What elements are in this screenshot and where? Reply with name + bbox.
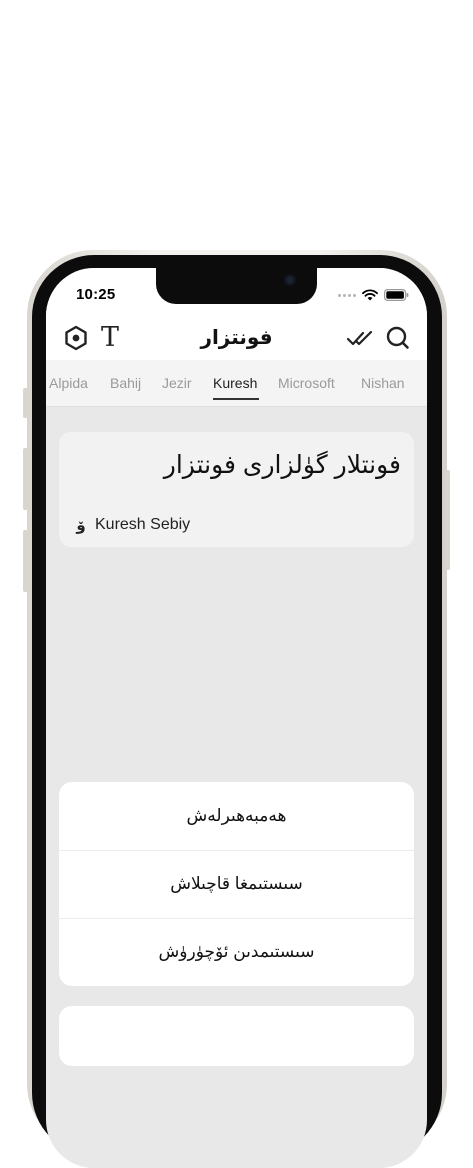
tab-alpida[interactable]: Alpida [49,375,88,391]
search-button[interactable] [384,324,412,352]
navigation-bar: T فونتزار [46,312,427,361]
tab-kuresh[interactable]: Kuresh [213,375,257,391]
notch [156,268,317,304]
double-check-icon [346,330,373,346]
tab-microsoft[interactable]: Microsoft [278,375,335,391]
font-tabs: Alpida Bahij Jezir Kuresh Microsoft Nish… [46,360,427,407]
cancel-button[interactable] [59,1006,414,1066]
battery-icon [384,289,409,301]
uninstall-font-action[interactable]: سىستىمدىن ئۆچۈرۈش [59,918,414,986]
action-sheet: ھەمبەھىرلەش سىستىمغا قاچىلاش سىستىمدىن ئ… [59,782,414,986]
tab-jezir[interactable]: Jezir [162,375,192,391]
author-icon: ﯙ [76,517,86,534]
install-font-action[interactable]: سىستىمغا قاچىلاش [59,850,414,918]
select-all-button[interactable] [346,324,374,352]
search-icon [386,326,409,349]
active-tab-indicator [213,398,259,400]
status-indicators [338,288,409,302]
font-author: ﯙ Kuresh Sebiy [73,516,190,534]
front-camera [284,274,296,286]
app-screen: 10:25 T فونتزار Alpida Bahij Jezir Kures… [46,268,427,1168]
power-button [445,470,450,570]
author-name: Kuresh Sebiy [95,516,191,533]
cellular-signal-icon [338,293,356,297]
wifi-icon [362,289,378,301]
tab-nishan[interactable]: Nishan [361,375,405,391]
mute-switch [23,388,28,418]
status-time: 10:25 [76,286,116,303]
tab-bahij[interactable]: Bahij [110,375,141,391]
font-sample-text: فونتلار گۈلزارى فونتزار [163,451,401,479]
volume-down-button [23,530,28,592]
font-card[interactable]: فونتلار گۈلزارى فونتزار ﯙ Kuresh Sebiy [59,432,414,547]
share-action[interactable]: ھەمبەھىرلەش [59,782,414,850]
volume-up-button [23,448,28,510]
